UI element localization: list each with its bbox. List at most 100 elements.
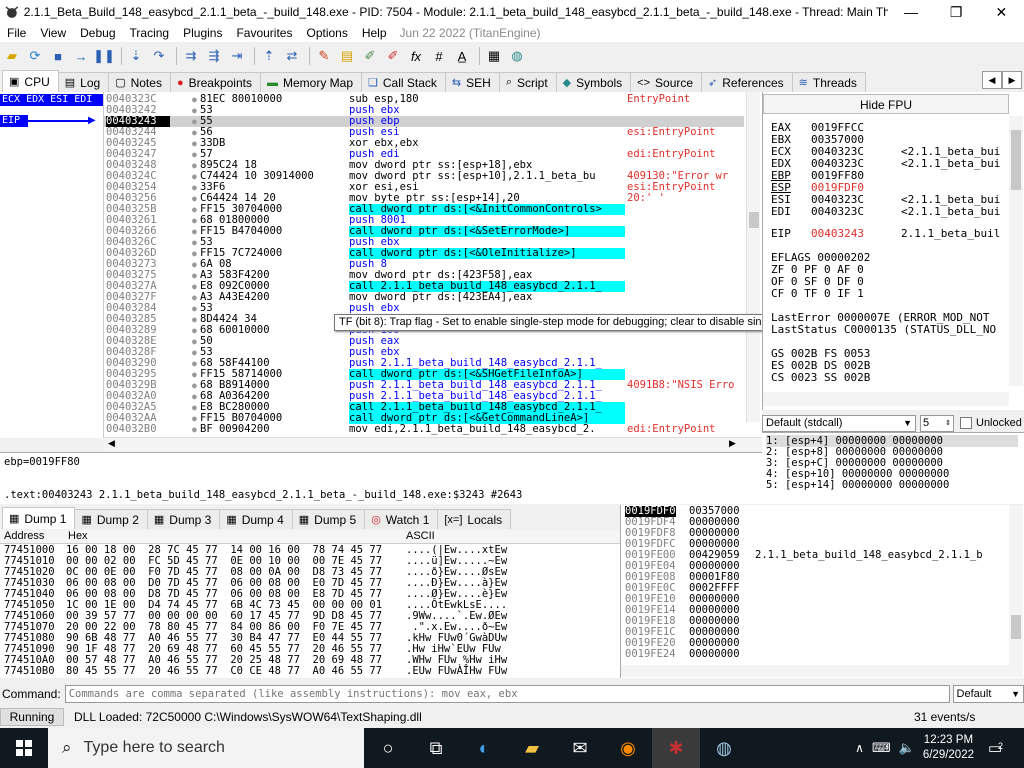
breakpoint-dot-icon[interactable]: ● bbox=[192, 105, 197, 116]
execute-till-return-icon[interactable]: ⇥ bbox=[227, 46, 247, 66]
stack-vscroll[interactable] bbox=[1009, 505, 1023, 665]
breakpoint-dot-icon[interactable]: ● bbox=[192, 413, 197, 424]
breakpoint-dot-icon[interactable]: ● bbox=[192, 171, 197, 182]
tab-source[interactable]: <> Source bbox=[630, 72, 703, 92]
easybcd-taskbar-icon[interactable]: ◍ bbox=[700, 728, 748, 768]
breakpoint-dot-icon[interactable]: ● bbox=[192, 402, 197, 413]
dump-header-ascii[interactable]: ASCII bbox=[406, 530, 435, 542]
animate-icon[interactable]: ⇄ bbox=[282, 46, 302, 66]
task-view-icon[interactable]: ⧉ bbox=[412, 728, 460, 768]
x32dbg-taskbar-icon[interactable]: ✱ bbox=[652, 728, 700, 768]
breakpoint-dot-icon[interactable]: ● bbox=[192, 127, 197, 138]
menu-plugins[interactable]: Plugins bbox=[176, 26, 229, 40]
registers-vscroll[interactable] bbox=[1009, 116, 1023, 386]
flags-row-3[interactable]: CF 0 TF 0 IF 1 bbox=[771, 288, 864, 300]
stack-arguments-panel[interactable]: 1: [esp+4] 00000000 00000000 2: [esp+8] 0… bbox=[762, 432, 1024, 504]
disasm-vscroll-thumb[interactable] bbox=[749, 212, 759, 228]
font-icon[interactable]: A̲ bbox=[452, 46, 472, 66]
close-icon[interactable]: ■ bbox=[48, 46, 68, 66]
trace-over-icon[interactable]: ⇶ bbox=[204, 46, 224, 66]
step-into-icon[interactable]: ⇣ bbox=[126, 46, 146, 66]
breakpoint-dot-icon[interactable]: ● bbox=[192, 182, 197, 193]
tab-watch-1[interactable]: ◎ Watch 1 bbox=[364, 509, 439, 529]
label-icon[interactable]: ✐ bbox=[360, 46, 380, 66]
minimize-button[interactable]: — bbox=[888, 0, 933, 24]
breakpoint-dot-icon[interactable]: ● bbox=[192, 215, 197, 226]
hash-icon[interactable]: # bbox=[429, 46, 449, 66]
register-value[interactable]: 0040323C bbox=[811, 206, 901, 218]
breakpoint-dot-icon[interactable]: ● bbox=[192, 380, 197, 391]
breakpoint-dot-icon[interactable]: ● bbox=[192, 336, 197, 347]
edge-icon[interactable]: ◐ bbox=[460, 728, 508, 768]
registers-hscroll[interactable] bbox=[763, 392, 1009, 406]
register-row[interactable]: EDI 0040323C <2.1.1_beta_bui bbox=[771, 206, 1000, 218]
breakpoint-dot-icon[interactable]: ● bbox=[192, 149, 197, 160]
register-row[interactable]: EIP 00403243 2.1.1_beta_buil bbox=[771, 228, 1000, 240]
stack-hscroll[interactable] bbox=[621, 665, 1023, 677]
menu-view[interactable]: View bbox=[33, 26, 73, 40]
scroll-right-icon[interactable]: ▶ bbox=[729, 438, 736, 449]
cortana-icon[interactable]: ○ bbox=[364, 728, 412, 768]
calling-convention-select[interactable]: Default (stdcall) ▼ bbox=[762, 414, 916, 432]
menu-tracing[interactable]: Tracing bbox=[123, 26, 177, 40]
tab-seh[interactable]: ⇆ SEH bbox=[444, 72, 500, 92]
tab-threads[interactable]: ≋ Threads bbox=[791, 72, 866, 92]
notifications-icon[interactable]: ▭ 2 bbox=[988, 739, 1016, 757]
tab-dump-5[interactable]: ▦ Dump 5 bbox=[291, 509, 366, 529]
breakpoint-dot-icon[interactable]: ● bbox=[192, 347, 197, 358]
breakpoint-dot-icon[interactable]: ● bbox=[192, 369, 197, 380]
calculator-icon[interactable]: ▦ bbox=[484, 46, 504, 66]
breakpoint-dot-icon[interactable]: ● bbox=[192, 270, 197, 281]
breakpoint-dot-icon[interactable]: ● bbox=[192, 138, 197, 149]
tab-log[interactable]: ▤ Log bbox=[57, 72, 110, 92]
clock[interactable]: 12:23 PM 6/29/2022 bbox=[923, 733, 974, 763]
tab-cpu[interactable]: ▣ CPU bbox=[2, 70, 59, 92]
registers-vscroll-thumb[interactable] bbox=[1011, 130, 1021, 190]
scroll-left-icon[interactable]: ◀ bbox=[108, 438, 115, 449]
volume-icon[interactable]: 🔈 bbox=[899, 740, 915, 756]
trace-into-icon[interactable]: ⇉ bbox=[181, 46, 201, 66]
function-icon[interactable]: fx bbox=[406, 46, 426, 66]
tab-dump-4[interactable]: ▦ Dump 4 bbox=[219, 509, 293, 529]
mail-icon[interactable]: ✉ bbox=[556, 728, 604, 768]
dump-header-hex[interactable]: Hex bbox=[68, 530, 88, 542]
open-icon[interactable]: ▰ bbox=[2, 46, 22, 66]
tab-scroll-right-button[interactable]: ▶ bbox=[1002, 71, 1022, 89]
arg-count-spinbox[interactable]: 5 ⇕ bbox=[920, 414, 954, 432]
command-mode-select[interactable]: Default ▼ bbox=[952, 685, 1024, 703]
taskbar-search-box[interactable]: ⌕ Type here to search bbox=[48, 728, 364, 768]
file-explorer-icon[interactable]: ▰ bbox=[508, 728, 556, 768]
menu-debug[interactable]: Debug bbox=[73, 26, 122, 40]
pencil-icon[interactable]: ✎ bbox=[314, 46, 334, 66]
dump-view[interactable]: 77451000 16 00 18 00 28 7C 45 77 14 00 16… bbox=[0, 544, 620, 678]
breakpoint-dot-icon[interactable]: ● bbox=[192, 204, 197, 215]
step-over-icon[interactable]: ↷ bbox=[149, 46, 169, 66]
start-button[interactable] bbox=[0, 728, 48, 768]
breakpoint-dot-icon[interactable]: ● bbox=[192, 248, 197, 259]
note-icon[interactable]: ▤ bbox=[337, 46, 357, 66]
close-button[interactable]: ✕ bbox=[979, 0, 1024, 24]
tab-notes[interactable]: ▢ Notes bbox=[108, 72, 171, 92]
run-icon[interactable]: → bbox=[71, 46, 91, 66]
breakpoint-dot-icon[interactable]: ● bbox=[192, 281, 197, 292]
breakpoint-dot-icon[interactable]: ● bbox=[192, 358, 197, 369]
breakpoint-dot-icon[interactable]: ● bbox=[192, 116, 197, 127]
disasm-horizontal-scrollbar[interactable]: ◀ ▶ bbox=[104, 437, 762, 451]
tab-locals[interactable]: [x=] Locals bbox=[437, 509, 512, 529]
breakpoint-dot-icon[interactable]: ● bbox=[192, 259, 197, 270]
command-input[interactable] bbox=[64, 685, 950, 703]
tab-memory-map[interactable]: ▬ Memory Map bbox=[259, 72, 362, 92]
firefox-icon[interactable]: ◉ bbox=[604, 728, 652, 768]
maximize-button[interactable]: ❐ bbox=[934, 0, 979, 24]
tab-call-stack[interactable]: ❏ Call Stack bbox=[361, 72, 446, 92]
breakpoint-dot-icon[interactable]: ● bbox=[192, 303, 197, 314]
menu-options[interactable]: Options bbox=[299, 26, 354, 40]
register-row[interactable]: EDX 0040323C <2.1.1_beta_bui bbox=[771, 158, 1000, 170]
network-icon[interactable]: ⌨ bbox=[872, 740, 891, 756]
breakpoint-dot-icon[interactable]: ● bbox=[192, 314, 197, 325]
stack-view[interactable]: 0019FDF0 00357000 0019FDF4 00000000 0019FDF8… bbox=[620, 505, 1024, 678]
menu-favourites[interactable]: Favourites bbox=[229, 26, 299, 40]
breakpoint-dot-icon[interactable]: ● bbox=[192, 237, 197, 248]
breakpoint-dot-icon[interactable]: ● bbox=[192, 325, 197, 336]
tab-dump-2[interactable]: ▦ Dump 2 bbox=[74, 509, 148, 529]
